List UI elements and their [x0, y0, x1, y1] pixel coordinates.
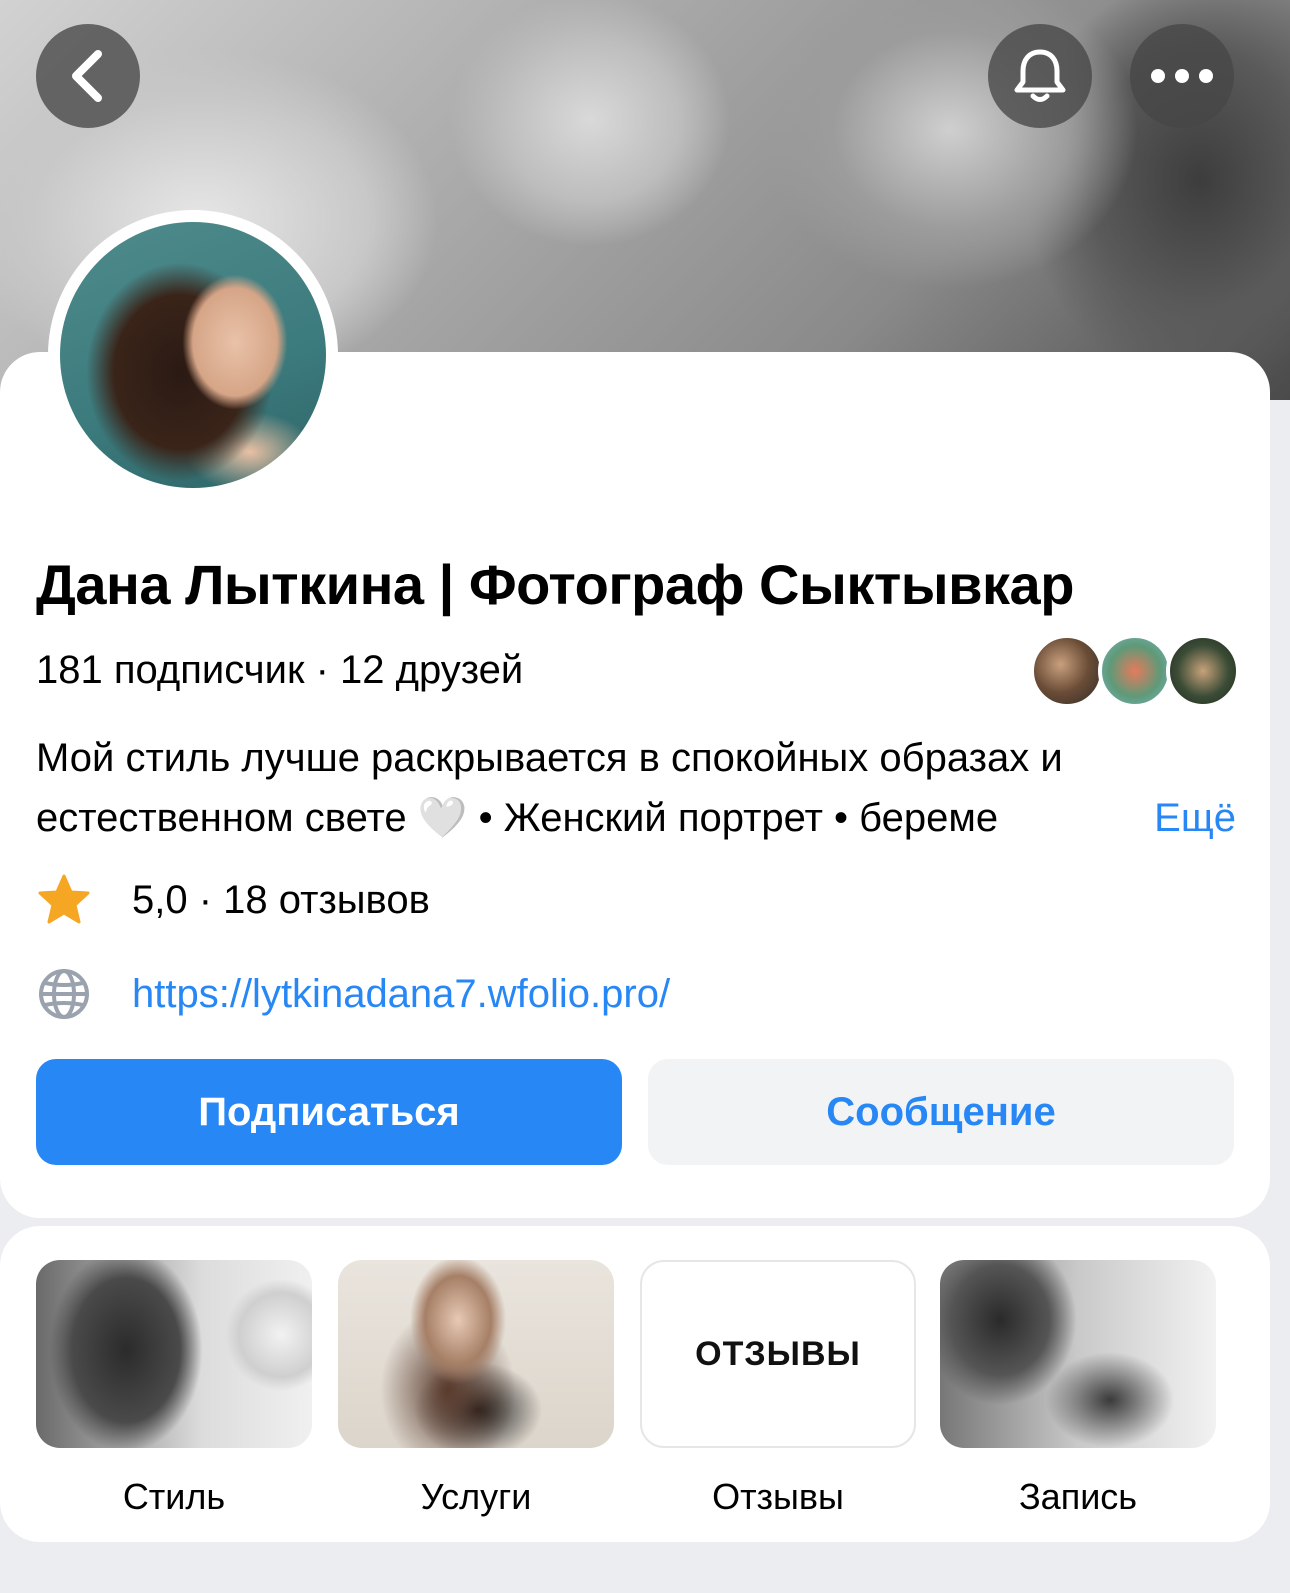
- subscribe-button[interactable]: Подписаться: [36, 1059, 622, 1165]
- friends-count[interactable]: 12: [340, 648, 385, 692]
- notifications-button[interactable]: [988, 24, 1092, 128]
- website-row[interactable]: https://lytkinadana7.wfolio.pro/: [36, 964, 670, 1024]
- more-horizontal-icon: [1151, 69, 1213, 83]
- profile-bio: Мой стиль лучше раскрывается в спокойных…: [36, 728, 1236, 848]
- shortcuts-card: Стиль Услуги ОТЗЫВЫ Отзывы Запись: [0, 1226, 1270, 1542]
- rating-row[interactable]: 5,0 · 18 отзывов: [36, 870, 430, 930]
- bio-line: Мой стиль лучше раскрывается в спокойных…: [36, 736, 1063, 780]
- followers-count[interactable]: 181: [36, 648, 103, 692]
- shortcut-services[interactable]: Услуги: [338, 1260, 614, 1518]
- stats-separator: ·: [304, 648, 341, 692]
- shortcut-booking[interactable]: Запись: [940, 1260, 1216, 1518]
- profile-stats: 181 подписчик · 12 друзей: [36, 648, 523, 693]
- friends-avatars[interactable]: [1030, 634, 1240, 708]
- friends-label[interactable]: друзей: [396, 648, 524, 692]
- chevron-left-icon: [72, 50, 102, 102]
- globe-icon: [36, 966, 92, 1022]
- shortcut-thumbnail: [338, 1260, 614, 1448]
- bio-more-link[interactable]: Ещё: [1150, 788, 1236, 848]
- shortcut-reviews[interactable]: ОТЗЫВЫ Отзывы: [640, 1260, 916, 1518]
- shortcut-label: Запись: [1018, 1476, 1138, 1517]
- website-link[interactable]: https://lytkinadana7.wfolio.pro/: [132, 972, 670, 1017]
- shortcut-thumbnail: [36, 1260, 312, 1448]
- bio-line-text: естественном свете 🤍 • Женский портрет •…: [36, 796, 999, 840]
- more-button[interactable]: [1130, 24, 1234, 128]
- shortcut-style[interactable]: Стиль: [36, 1260, 312, 1518]
- friend-avatar: [1166, 634, 1240, 708]
- shortcut-label: Услуги: [420, 1476, 532, 1517]
- message-button[interactable]: Сообщение: [648, 1059, 1234, 1165]
- back-button[interactable]: [36, 24, 140, 128]
- bio-fade: [1086, 788, 1146, 848]
- bell-icon: [1014, 49, 1066, 102]
- followers-label[interactable]: подписчик: [114, 648, 305, 692]
- shortcut-thumbnail: [940, 1260, 1216, 1448]
- shortcut-label: Стиль: [122, 1476, 226, 1517]
- rating-text: 5,0 · 18 отзывов: [132, 877, 430, 922]
- friend-avatar: [1030, 634, 1104, 708]
- shortcut-thumbnail: ОТЗЫВЫ: [640, 1260, 916, 1448]
- shortcut-label: Отзывы: [712, 1476, 844, 1517]
- profile-name: Дана Лыткина | Фотограф Сыктывкар: [36, 553, 1074, 616]
- star-icon: [36, 872, 92, 928]
- bio-line: естественном свете 🤍 • Женский портрет •…: [36, 788, 1236, 848]
- friend-avatar: [1098, 634, 1172, 708]
- avatar-image: [60, 222, 326, 488]
- profile-avatar[interactable]: [48, 210, 338, 500]
